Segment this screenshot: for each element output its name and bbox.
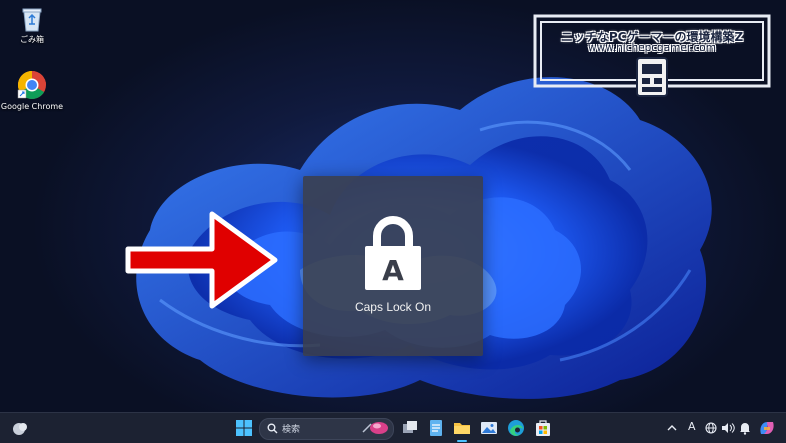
network-globe-icon[interactable] — [704, 418, 718, 438]
notepad-icon[interactable] — [426, 418, 446, 438]
task-view-icon[interactable] — [400, 418, 420, 438]
osd-caption: Caps Lock On — [354, 300, 432, 314]
watermark-url: www.nichepcgamer.com — [588, 42, 716, 54]
site-watermark: ニッチなPCゲーマーの環境構築Z www.nichepcgamer.com — [533, 14, 771, 102]
desktop-icon-label: ごみ箱 — [20, 35, 44, 44]
notification-bell-icon[interactable] — [738, 418, 752, 438]
search-placeholder: 検索 — [282, 425, 301, 435]
desktop: ごみ箱 Google Chrome A Caps Lock On ニッチなPCゲ… — [0, 0, 786, 412]
caps-lock-osd: A Caps Lock On — [303, 176, 483, 356]
ime-mode-indicator[interactable]: A — [688, 420, 696, 433]
taskbar: 検索 A — [0, 412, 786, 443]
edge-icon[interactable] — [506, 418, 526, 438]
watermark-logo — [533, 14, 771, 97]
search-icon — [267, 423, 278, 434]
recycle-bin-icon — [22, 8, 42, 32]
start-icon[interactable] — [234, 418, 254, 438]
search-highlight-icon — [362, 422, 388, 434]
desktop-icon-recycle-bin[interactable]: ごみ箱 — [0, 6, 64, 45]
desktop-icon-label: Google Chrome — [0, 102, 64, 111]
show-hidden-icons-chevron-up-icon[interactable] — [665, 418, 679, 438]
lock-icon: A — [365, 216, 421, 290]
store-icon[interactable] — [533, 418, 553, 438]
photos-icon[interactable] — [479, 418, 499, 438]
chrome-icon — [17, 71, 46, 99]
lock-letter: A — [382, 254, 404, 287]
volume-speaker-icon[interactable] — [720, 418, 736, 438]
taskbar-search-box[interactable]: 検索 — [259, 418, 394, 440]
widgets-icon[interactable] — [10, 418, 30, 438]
file-explorer-icon[interactable] — [452, 418, 472, 438]
copilot-icon[interactable] — [758, 418, 776, 438]
red-arrow-annotation — [125, 211, 278, 309]
desktop-icon-google-chrome[interactable]: Google Chrome — [0, 70, 64, 111]
